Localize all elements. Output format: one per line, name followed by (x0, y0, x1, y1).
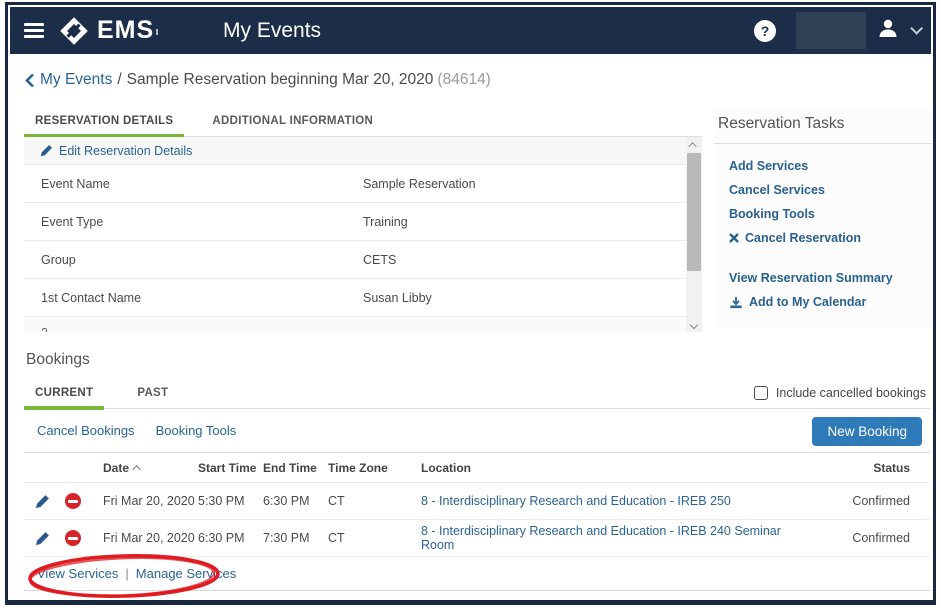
booking-status: Confirmed (790, 531, 930, 545)
col-end-time: End Time (263, 461, 328, 475)
bookings-table-header: Date Start Time End Time Time Zone Locat… (24, 453, 930, 483)
chevron-left-icon (25, 73, 35, 88)
sort-asc-icon (132, 465, 140, 473)
detail-label: Group (41, 253, 363, 267)
services-row: View Services | Manage Services (24, 557, 930, 590)
user-menu-chevron-down-icon[interactable] (910, 22, 923, 35)
tab-reservation-details[interactable]: RESERVATION DETAILS (24, 109, 184, 136)
app-window: EMS My Events ? My Events / S (5, 2, 936, 605)
include-cancelled-control: Include cancelled bookings (754, 386, 926, 400)
cancel-reservation-link[interactable]: Cancel Reservation (714, 226, 932, 250)
reservation-id: (84614) (437, 71, 490, 89)
include-cancelled-label: Include cancelled bookings (776, 386, 926, 400)
col-location: Location (421, 461, 790, 475)
edit-booking-icon[interactable] (35, 531, 50, 546)
username-redacted-block (796, 12, 866, 49)
reservation-tasks-title: Reservation Tasks (714, 109, 932, 143)
detail-label: 1st Contact Name (41, 291, 363, 305)
booking-start: 5:30 PM (198, 494, 263, 508)
include-cancelled-checkbox[interactable] (754, 386, 768, 400)
breadcrumb-current: Sample Reservation beginning Mar 20, 202… (127, 71, 434, 89)
detail-value: CETS (363, 253, 702, 267)
booking-location-link[interactable]: 8 - Interdisciplinary Research and Educa… (421, 524, 781, 552)
cancel-booking-icon[interactable] (65, 493, 81, 509)
new-booking-button[interactable]: New Booking (812, 417, 922, 446)
reservation-panel: RESERVATION DETAILS ADDITIONAL INFORMATI… (24, 109, 702, 332)
breadcrumb: My Events / Sample Reservation beginning… (25, 71, 491, 89)
booking-timezone: CT (328, 494, 421, 508)
details-scrollbar[interactable] (686, 137, 702, 332)
tab-current-bookings[interactable]: CURRENT (24, 381, 104, 408)
booking-date: Fri Mar 20, 2020 (103, 531, 198, 545)
detail-label: Event Name (41, 177, 363, 191)
booking-timezone: CT (328, 531, 421, 545)
cancel-bookings-link[interactable]: Cancel Bookings (37, 423, 135, 438)
booking-tools-link[interactable]: Booking Tools (714, 202, 932, 226)
detail-row: Group CETS (24, 241, 702, 279)
booking-location-link[interactable]: 8 - Interdisciplinary Research and Educa… (421, 494, 731, 508)
scrollbar-thumb[interactable] (687, 153, 701, 271)
edit-row: Edit Reservation Details (24, 137, 702, 165)
trademark-mark (156, 29, 158, 35)
booking-end: 7:30 PM (263, 531, 328, 545)
view-services-link[interactable]: View Services (37, 566, 118, 581)
detail-row: 1st Contact Name Susan Libby (24, 279, 702, 317)
clipped-detail-row: 2 (24, 317, 702, 332)
ems-logo-icon[interactable] (58, 15, 90, 47)
view-reservation-summary-link[interactable]: View Reservation Summary (714, 266, 932, 290)
pencil-icon (40, 144, 53, 157)
col-start-time: Start Time (198, 461, 263, 475)
cancel-booking-icon[interactable] (65, 530, 81, 546)
breadcrumb-separator: / (117, 71, 121, 89)
reservation-tasks-panel: Reservation Tasks Add Services Cancel Se… (714, 109, 932, 328)
booking-end: 6:30 PM (263, 494, 328, 508)
booking-tools-action-link[interactable]: Booking Tools (156, 423, 237, 438)
help-icon[interactable]: ? (754, 20, 776, 42)
bookings-section: Bookings CURRENT PAST Include cancelled … (24, 345, 930, 591)
page-title: My Events (223, 19, 321, 43)
menu-icon[interactable] (24, 20, 44, 41)
booking-row: Fri Mar 20, 2020 6:30 PM 7:30 PM CT 8 - … (24, 520, 930, 557)
tab-past-bookings[interactable]: PAST (126, 381, 179, 408)
booking-date: Fri Mar 20, 2020 (103, 494, 198, 508)
col-status: Status (790, 461, 930, 475)
edit-reservation-link[interactable]: Edit Reservation Details (40, 144, 192, 158)
x-icon (729, 233, 739, 243)
bookings-tabs: CURRENT PAST Include cancelled bookings (24, 381, 930, 409)
add-services-link[interactable]: Add Services (714, 154, 932, 178)
download-icon (729, 296, 743, 309)
edit-booking-icon[interactable] (35, 494, 50, 509)
ems-logo-text: EMS (97, 16, 154, 45)
divider (714, 143, 932, 144)
manage-services-link[interactable]: Manage Services (136, 566, 236, 581)
booking-start: 6:30 PM (198, 531, 263, 545)
col-date[interactable]: Date (103, 461, 198, 475)
bookings-title: Bookings (26, 351, 930, 369)
detail-value: Sample Reservation (363, 177, 702, 191)
divider (24, 590, 930, 591)
reservation-tabs: RESERVATION DETAILS ADDITIONAL INFORMATI… (24, 109, 702, 137)
detail-row: Event Name Sample Reservation (24, 165, 702, 203)
user-avatar-icon[interactable] (876, 16, 900, 45)
booking-status: Confirmed (790, 494, 930, 508)
services-separator: | (125, 566, 128, 581)
booking-row: Fri Mar 20, 2020 5:30 PM 6:30 PM CT 8 - … (24, 483, 930, 520)
breadcrumb-back-link[interactable]: My Events (25, 71, 112, 89)
screenshot-frame: EMS My Events ? My Events / S (0, 0, 941, 611)
tab-additional-information[interactable]: ADDITIONAL INFORMATION (201, 109, 384, 136)
top-navbar: EMS My Events ? (10, 7, 931, 54)
col-time-zone: Time Zone (328, 461, 421, 475)
detail-value: Training (363, 215, 702, 229)
bookings-actions: Cancel Bookings Booking Tools New Bookin… (24, 409, 930, 453)
scroll-up-icon[interactable] (686, 137, 702, 152)
reservation-details-body: Edit Reservation Details Event Name Samp… (24, 137, 702, 332)
cancel-services-link[interactable]: Cancel Services (714, 178, 932, 202)
detail-row: Event Type Training (24, 203, 702, 241)
detail-label: Event Type (41, 215, 363, 229)
detail-value: Susan Libby (363, 291, 702, 305)
scroll-down-icon[interactable] (686, 317, 702, 332)
add-to-calendar-link[interactable]: Add to My Calendar (714, 290, 932, 314)
